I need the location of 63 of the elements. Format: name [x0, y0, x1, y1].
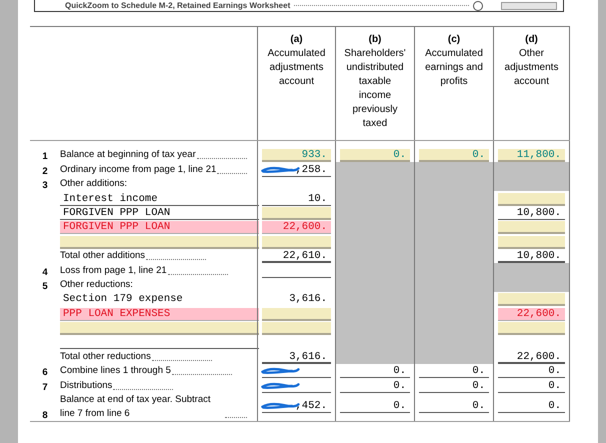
column-heading: Accumulated adjustments account	[266, 47, 326, 89]
amount-field[interactable]	[498, 322, 565, 336]
line-label: Total other additions	[60, 249, 146, 264]
amount-field[interactable]: 0.	[419, 380, 489, 393]
line-label: Ordinary income from page 1, line 21	[60, 162, 216, 177]
line-number: 7	[41, 382, 49, 393]
line-number: 3	[41, 180, 49, 192]
amount-field[interactable]: 10,800.	[498, 250, 565, 264]
line-number: 6	[41, 367, 49, 378]
amount-field[interactable]: 0.	[419, 149, 489, 162]
line-label: Other reductions:	[60, 278, 133, 292]
amount-field[interactable]: 22,600.	[498, 350, 565, 364]
line-number: 5	[41, 280, 49, 292]
amount-field[interactable]: 0.	[340, 380, 410, 393]
line-label: Combine lines 1 through 5	[60, 364, 171, 378]
amount-field[interactable]: 0.	[498, 400, 565, 413]
line-label: Distributions	[60, 378, 112, 393]
column-letter: (c)	[448, 33, 460, 47]
amount-field[interactable]: 0.	[340, 149, 410, 162]
column-heading: Shareholders' undistributed taxable income previously taxed	[343, 47, 407, 131]
amount-field[interactable]: 22,610.	[262, 250, 331, 264]
amount-field[interactable]: 0.	[498, 365, 565, 378]
amount-field[interactable]: 0.	[340, 400, 410, 413]
quickzoom-button[interactable]	[501, 2, 557, 10]
amount-field[interactable]: 0.	[419, 400, 489, 413]
line-label: Loss from page 1, line 21	[60, 264, 167, 278]
amount-field[interactable]	[262, 206, 331, 220]
radio-button[interactable]	[473, 0, 483, 10]
description-field[interactable]: FORGIVEN PPP LOAN	[60, 206, 259, 220]
amount-field[interactable]: ,258.	[262, 164, 331, 177]
amount-field[interactable]	[262, 322, 331, 336]
line-number: 1	[41, 151, 49, 162]
amount-field[interactable]	[498, 221, 565, 234]
amount-field[interactable]	[498, 236, 565, 249]
column-letter: (b)	[368, 33, 382, 47]
amount-field[interactable]	[498, 293, 565, 306]
line-label: Balance at end of tax year. Subtract line 7 from line 6	[60, 392, 212, 421]
amount-field[interactable]: 0.	[498, 380, 565, 393]
description-field[interactable]	[60, 322, 259, 336]
line-label: Total other reductions	[60, 350, 151, 364]
line-label: Balance at beginning of tax year	[60, 148, 196, 162]
amount-field[interactable]: 0.	[419, 365, 489, 378]
amount-field[interactable]: 11,800.	[498, 149, 565, 162]
column-letter: (d)	[525, 33, 538, 47]
amount-field[interactable]	[262, 308, 331, 321]
amount-field[interactable]: 10.	[262, 192, 331, 206]
amount-field[interactable]: 933.	[262, 149, 331, 162]
amount-field[interactable]: 0.	[340, 365, 410, 378]
line-number: 4	[41, 266, 49, 278]
amount-field[interactable]: 3,616.	[262, 350, 331, 364]
column-heading: Other adjustments account	[504, 47, 560, 89]
column-heading: Accumulated earnings and profits	[424, 47, 484, 89]
quickzoom-label: QuickZoom to Schedule M-2, Retained Earnings Worksheet	[65, 1, 290, 10]
amount-field[interactable]	[498, 192, 565, 206]
amount-field[interactable]: 10,800.	[498, 206, 565, 220]
line-number: 2	[41, 166, 49, 177]
line-number: 8	[41, 410, 49, 421]
description-field[interactable]: Interest income	[60, 192, 259, 206]
line-label: Other additions:	[60, 177, 128, 192]
column-letter: (a)	[290, 33, 303, 47]
amount-field[interactable]: ,452.	[262, 400, 331, 413]
amount-field[interactable]	[262, 236, 331, 249]
description-field[interactable]	[60, 236, 259, 249]
